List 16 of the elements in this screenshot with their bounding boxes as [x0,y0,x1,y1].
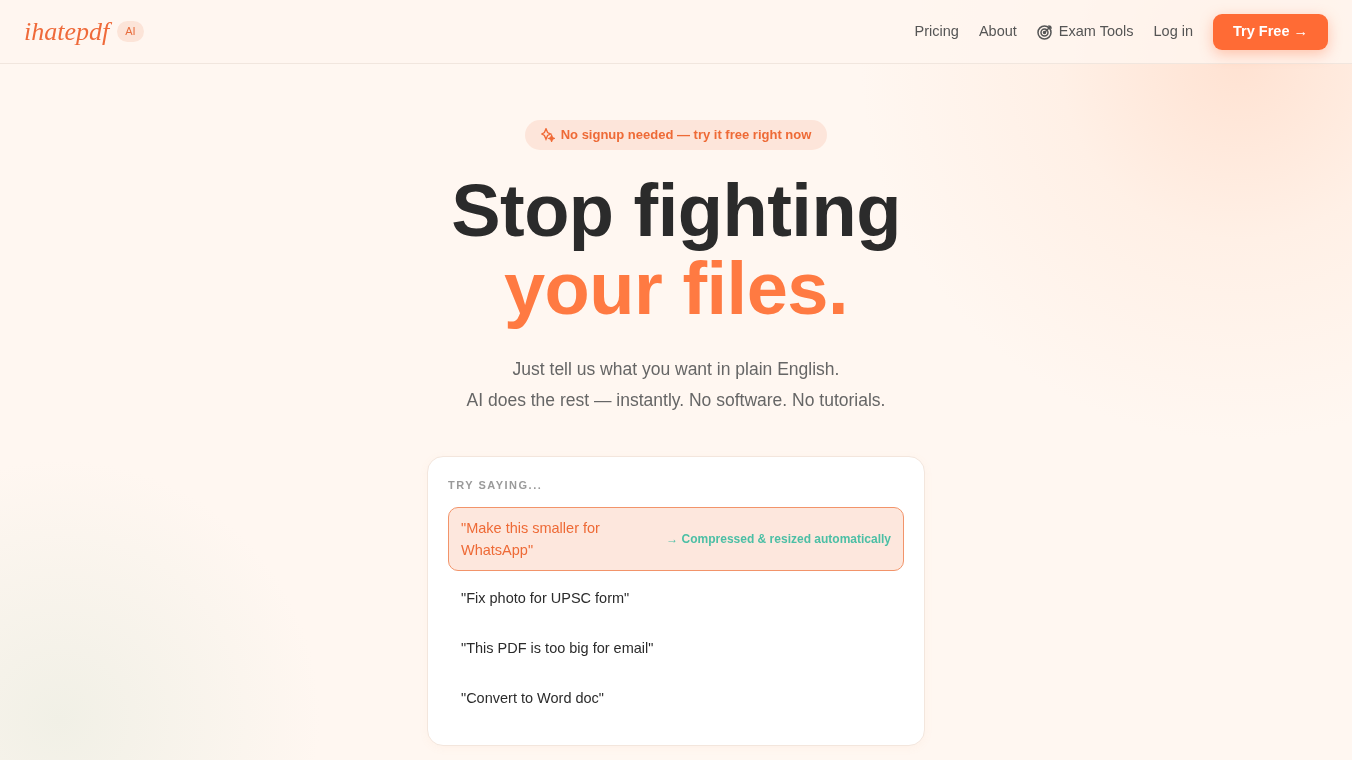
card-label: TRY SAYING... [448,478,544,493]
headline-accent: your files. [503,250,849,328]
hero-subtitle: Just tell us what you want in plain English. AI does the rest — instantly. No software. No tutorials. [466,358,886,412]
nav-link[interactable]: Pricing [914,20,959,43]
headline: Stop fighting [451,172,901,250]
suggestion-item[interactable]: "Fix photo for UPSC form" [448,575,904,621]
badge-text: No signup needed — try it free right now [560,126,812,145]
nav-link[interactable]: About [978,20,1017,43]
ai-badge: AI [117,21,144,42]
suggestion-item[interactable]: "This PDF is too big for email" [448,625,904,671]
nav-link[interactable]: Log in [1153,20,1194,43]
result-hint: → Compressed & resized automatically [666,531,891,548]
sparkle-icon [540,128,555,142]
nav-link[interactable]: Exam Tools [1036,20,1134,43]
target-icon [1036,23,1053,40]
suggestion-item[interactable]: "Convert to Word doc" [448,675,904,721]
